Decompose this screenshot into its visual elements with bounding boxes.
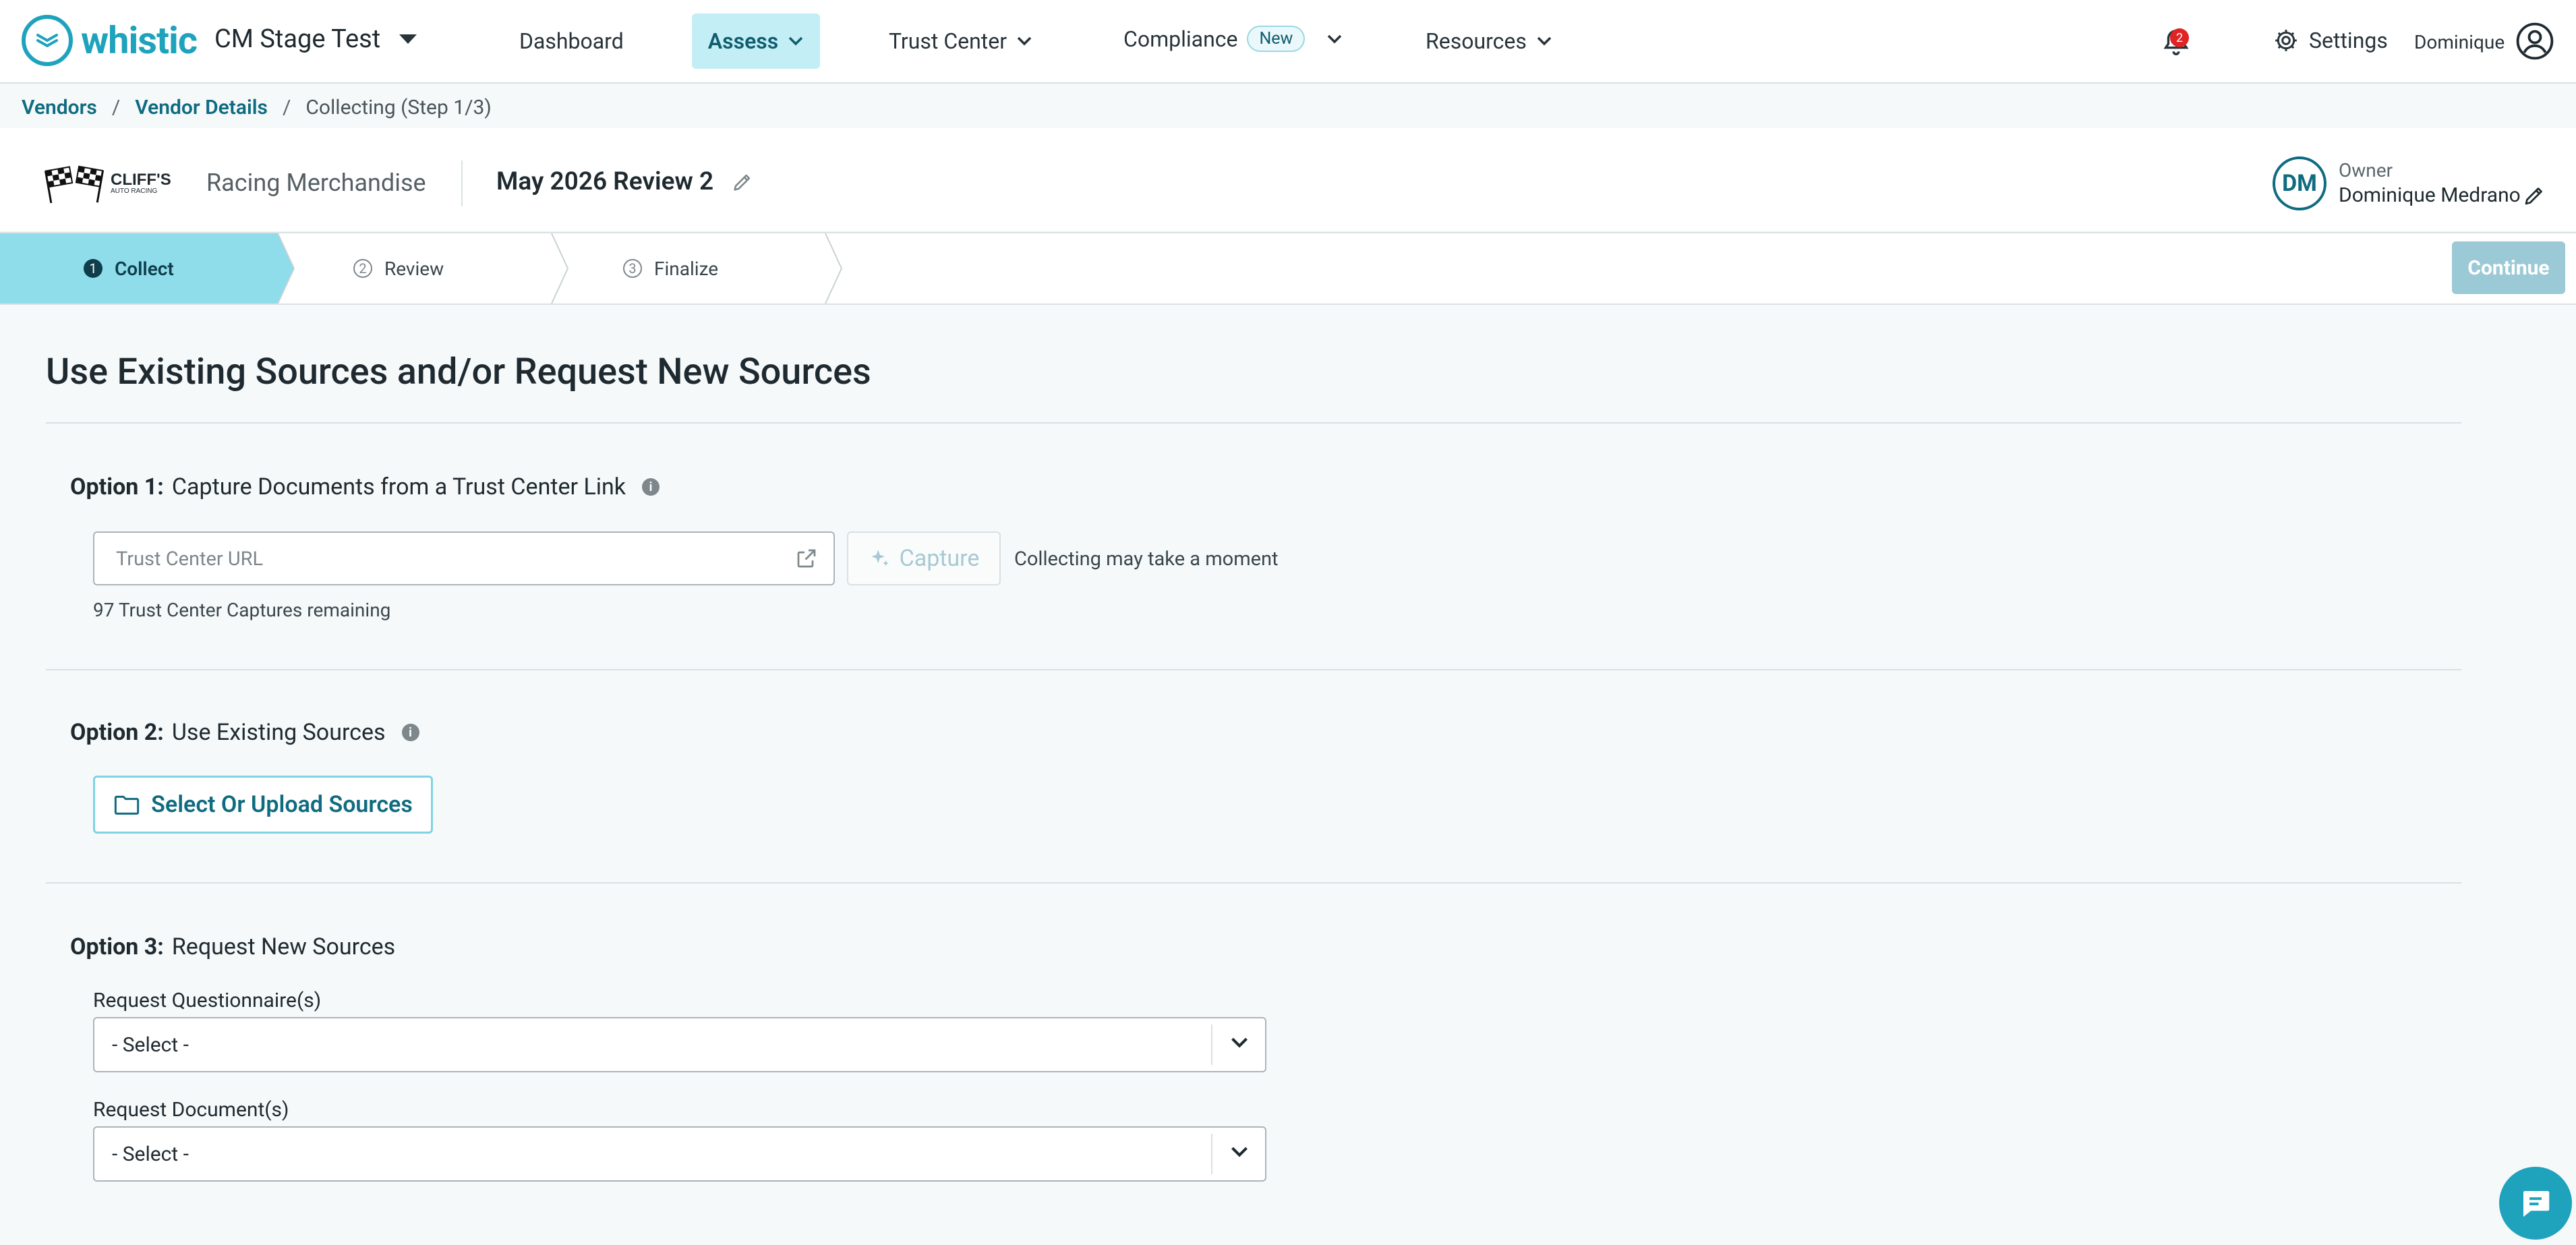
vendor-logo-subtext: AUTO RACING [111, 187, 158, 195]
section-divider [46, 882, 2461, 884]
pencil-icon[interactable] [731, 171, 754, 194]
option3-prefix: Option 3: [70, 933, 164, 960]
caret-down-icon [399, 34, 417, 44]
chevron-down-icon [788, 36, 803, 46]
sparkle-icon [871, 550, 889, 567]
document-select[interactable] [93, 1126, 1266, 1182]
settings-button[interactable]: Settings [2273, 27, 2388, 54]
chat-icon [2523, 1191, 2550, 1217]
section-divider [46, 422, 2461, 424]
settings-label: Settings [2309, 28, 2388, 53]
info-icon[interactable]: i [642, 478, 660, 496]
chevron-down-icon[interactable] [1230, 1145, 1249, 1161]
select-separator [1211, 1134, 1212, 1174]
breadcrumb-separator: / [111, 96, 121, 119]
nav-dashboard[interactable]: Dashboard [519, 28, 624, 54]
option2-label: Use Existing Sources [171, 719, 386, 746]
select-separator [1211, 1024, 1212, 1065]
nav-compliance-label: Compliance [1123, 26, 1238, 52]
document-label: Request Document(s) [93, 1098, 289, 1122]
nav-dashboard-label: Dashboard [519, 28, 624, 54]
section-divider [46, 669, 2461, 670]
user-circle-icon [2516, 22, 2554, 60]
nav-compliance[interactable]: Compliance New [1123, 26, 1343, 52]
nav-assess-label: Assess [707, 28, 779, 54]
select-sources-label: Select Or Upload Sources [151, 791, 413, 818]
header-divider [461, 161, 463, 206]
owner-name: Dominique Medrano [2339, 183, 2521, 207]
logo-icon [22, 15, 73, 66]
captures-remaining: 97 Trust Center Captures remaining [93, 599, 391, 621]
questionnaire-select-value: - Select - [112, 1033, 189, 1057]
notification-count: 2 [2170, 28, 2189, 47]
folder-icon [114, 795, 140, 815]
user-menu-button[interactable] [2515, 22, 2554, 63]
step-label: Review [384, 257, 444, 280]
step-number: 2 [353, 259, 372, 278]
questionnaire-label: Request Questionnaire(s) [93, 989, 322, 1012]
step-finalize[interactable]: 3 Finalize [623, 233, 718, 303]
nav-trust-center-label: Trust Center [889, 28, 1007, 54]
breadcrumb-vendor-details[interactable]: Vendor Details [135, 96, 268, 119]
step-number: 1 [84, 259, 103, 278]
info-icon[interactable]: i [401, 724, 419, 741]
capture-button[interactable]: Capture [847, 531, 1001, 585]
edit-owner-button[interactable] [2522, 183, 2546, 210]
option2-prefix: Option 2: [70, 719, 164, 746]
owner-label: Owner [2339, 159, 2393, 181]
nav-trust-center[interactable]: Trust Center [889, 28, 1032, 54]
checkered-flag-icon [45, 165, 105, 204]
option2-heading: Option 2: Use Existing Sources i [70, 719, 419, 746]
owner-avatar: DM [2273, 156, 2326, 210]
user-name[interactable]: Dominique [2414, 31, 2505, 53]
chevron-down-icon [1017, 36, 1032, 46]
chat-button[interactable] [2499, 1167, 2572, 1240]
url-placeholder: Trust Center URL [116, 548, 264, 571]
external-link-icon[interactable] [794, 546, 819, 573]
capture-label: Capture [899, 545, 980, 572]
nav-resources-label: Resources [1426, 28, 1527, 54]
step-collect[interactable]: 1 Collect [84, 233, 174, 303]
collecting-note: Collecting may take a moment [1014, 548, 1279, 571]
vendor-logo: CLIFF'S AUTO RACING [45, 163, 171, 204]
breadcrumb-separator: / [282, 96, 291, 119]
breadcrumb-current: Collecting (Step 1/3) [305, 96, 492, 119]
questionnaire-select[interactable] [93, 1017, 1266, 1072]
step-review[interactable]: 2 Review [353, 233, 444, 303]
option1-prefix: Option 1: [70, 473, 164, 500]
nav-assess[interactable]: Assess [692, 13, 820, 69]
step-label: Collect [115, 257, 174, 280]
nav-resources[interactable]: Resources [1426, 28, 1552, 54]
option1-heading: Option 1: Capture Documents from a Trust… [70, 473, 660, 500]
new-badge: New [1247, 26, 1306, 52]
select-or-upload-sources-button[interactable]: Select Or Upload Sources [93, 776, 433, 834]
vendor-logo-text: CLIFF'S [111, 171, 171, 189]
continue-button[interactable]: Continue [2452, 241, 2565, 294]
pencil-icon [2525, 187, 2542, 205]
chevron-down-icon[interactable] [1230, 1036, 1249, 1052]
breadcrumb-vendors[interactable]: Vendors [22, 96, 97, 119]
step-label: Finalize [654, 257, 719, 280]
org-switcher[interactable]: CM Stage Test [214, 24, 418, 54]
gear-icon [2275, 30, 2297, 51]
progress-stepper: 1 Collect 2 Review 3 Finalize [0, 232, 2576, 305]
document-select-value: - Select - [112, 1142, 189, 1166]
chevron-down-icon [1537, 36, 1552, 46]
org-name: CM Stage Test [214, 24, 381, 54]
option1-label: Capture Documents from a Trust Center Li… [171, 473, 626, 500]
chevron-down-icon [1328, 34, 1342, 43]
brand-name: whistic [81, 18, 198, 63]
page-title: Use Existing Sources and/or Request New … [46, 351, 871, 393]
step-number: 3 [623, 259, 642, 278]
option3-label: Request New Sources [171, 933, 396, 960]
option3-heading: Option 3: Request New Sources [70, 933, 395, 960]
whistic-logo[interactable]: whistic [22, 12, 198, 69]
vendor-name: Racing Merchandise [206, 169, 426, 197]
breadcrumb: Vendors / Vendor Details / Collecting (S… [22, 96, 492, 119]
review-title-text: May 2026 Review 2 [496, 167, 714, 196]
review-title: May 2026 Review 2 [496, 167, 754, 196]
